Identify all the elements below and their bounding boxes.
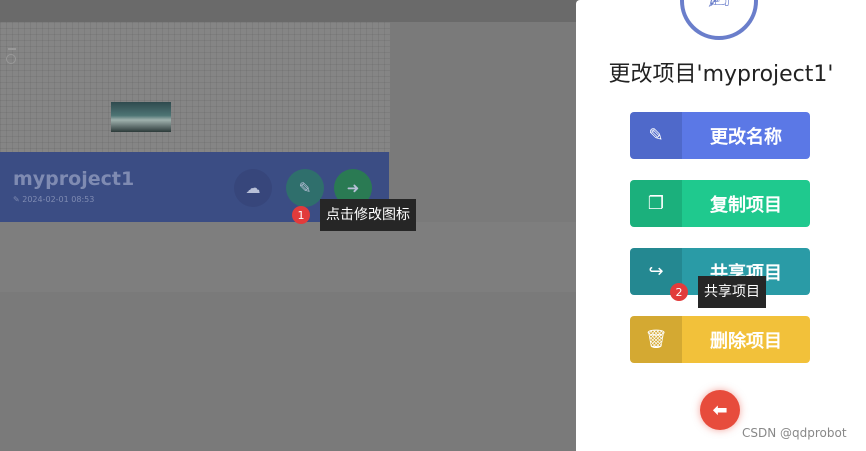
project-thumbnail xyxy=(111,102,171,132)
edit-button[interactable]: ✎ xyxy=(286,169,324,207)
dimmed-background: myproject1 ✎ 2024-02-01 08:53 ☁ ✎ ➜ xyxy=(0,0,576,451)
copy-icon: ❐ xyxy=(630,180,682,227)
rename-button[interactable]: ✎ 更改名称 xyxy=(630,112,810,159)
arrow-left-icon: ⬅ xyxy=(712,399,728,421)
step-badge-1: 1 xyxy=(292,206,310,224)
copy-project-button[interactable]: ❐ 复制项目 xyxy=(630,180,810,227)
step-tooltip-2: 共享项目 xyxy=(698,276,766,308)
delete-project-button[interactable]: 🗑 删除项目 xyxy=(630,316,810,363)
rename-label: 更改名称 xyxy=(710,126,782,148)
background-side-controls xyxy=(0,40,24,80)
arrow-right-icon: ➜ xyxy=(346,179,360,197)
edit-project-modal: ✍ 更改项目'myproject1' ✎ 更改名称 ❐ 复制项目 ↪ 共享项目 … xyxy=(576,0,866,451)
step-badge-2: 2 xyxy=(670,283,688,301)
project-edit-icon: ✍ xyxy=(680,0,758,40)
back-button[interactable]: ⬅ xyxy=(700,390,740,430)
copy-label: 复制项目 xyxy=(710,194,782,216)
project-date: ✎ 2024-02-01 08:53 xyxy=(13,195,95,204)
step-tooltip-1: 点击修改图标 xyxy=(320,199,416,231)
modal-title: 更改项目'myproject1' xyxy=(608,62,834,87)
background-topbar xyxy=(0,0,576,22)
upload-button[interactable]: ☁ xyxy=(234,169,272,207)
project-preview-area xyxy=(0,22,390,152)
cloud-upload-icon: ☁ xyxy=(245,179,261,197)
delete-label: 删除项目 xyxy=(710,330,782,352)
background-lower-area xyxy=(0,222,576,292)
pencil-icon: ✎ xyxy=(298,179,312,197)
project-name: myproject1 xyxy=(13,168,135,190)
trash-icon: 🗑 xyxy=(630,316,682,363)
pencil-icon: ✎ xyxy=(630,112,682,159)
watermark: CSDN @qdprobot xyxy=(742,426,847,440)
